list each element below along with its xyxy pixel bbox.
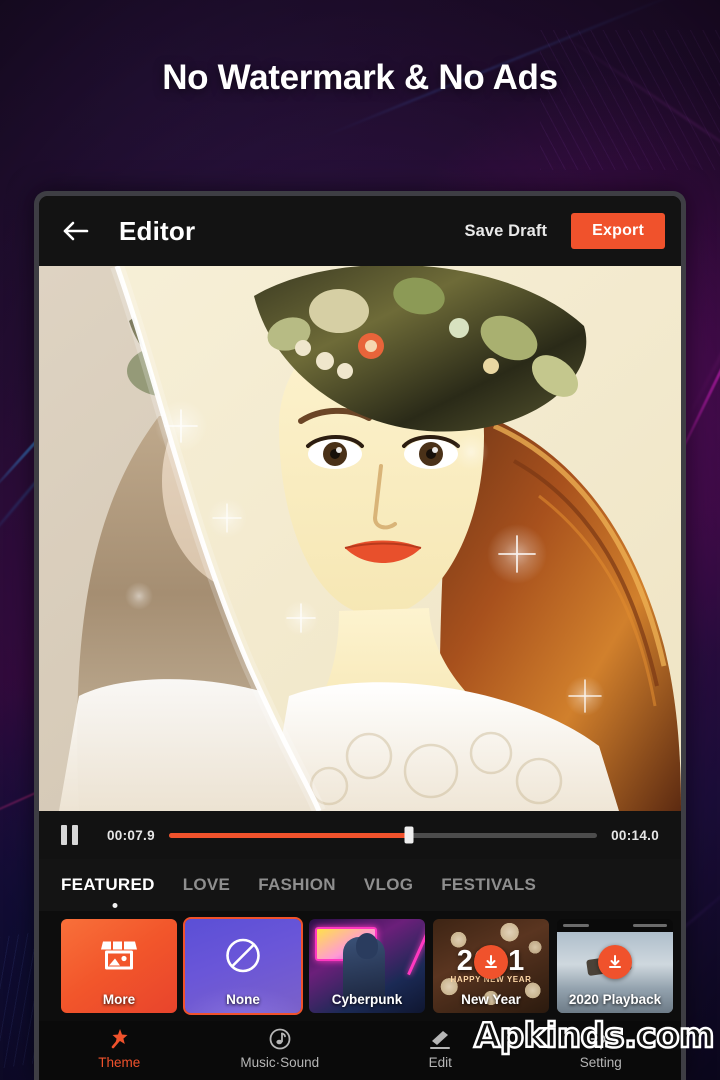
theme-category-tabs: FEATURED LOVE FASHION VLOG FESTIVALS [39,859,681,911]
tab-fashion[interactable]: FASHION [244,875,350,895]
tab-love[interactable]: LOVE [169,875,245,895]
theme-label-more: More [102,992,136,1007]
no-sign-icon [224,937,262,980]
theme-item-cyberpunk[interactable]: Cyberpunk [309,919,425,1013]
theme-label-2020-playback: 2020 Playback [568,992,662,1007]
preview-artwork [39,266,681,811]
playback-timeline: 00:07.9 00:14.0 [39,811,681,859]
magic-wand-icon [107,1028,131,1050]
scissors-icon [428,1028,452,1050]
store-icon [99,938,139,979]
progress-fill [168,832,409,838]
phone-screen: Editor Save Draft Export 00:07.9 00:14.0… [39,196,681,1080]
theme-item-none[interactable]: None [185,919,301,1013]
page-title: Editor [119,215,196,246]
current-time-label: 00:07.9 [107,827,155,843]
nav-item-music-sound[interactable]: Music·Sound [200,1028,361,1070]
total-time-label: 00:14.0 [611,827,659,843]
theme-item-2020-playback[interactable]: 2020 Playback [557,919,673,1013]
music-note-icon [269,1028,291,1050]
progress-handle[interactable] [404,826,414,844]
export-button[interactable]: Export [571,213,665,249]
save-draft-button[interactable]: Save Draft [465,222,548,241]
tab-vlog[interactable]: VLOG [350,875,427,895]
theme-item-more[interactable]: More [61,919,177,1013]
progress-slider[interactable] [168,826,598,844]
phone-mockup-frame: Editor Save Draft Export 00:07.9 00:14.0… [34,191,686,1080]
theme-item-new-year[interactable]: 2021 HAPPY NEW YEAR New Year [433,919,549,1013]
site-watermark: Apkinds.com [473,1015,716,1058]
playback-status-bar [557,919,673,932]
download-icon[interactable] [598,945,632,980]
editor-top-bar: Editor Save Draft Export [39,196,681,266]
back-arrow-icon[interactable] [55,210,97,252]
nav-item-theme[interactable]: Theme [39,1028,200,1070]
video-preview[interactable] [39,266,681,811]
theme-label-cyberpunk: Cyberpunk [331,992,403,1007]
pause-icon[interactable] [61,825,83,845]
theme-label-none: None [226,992,260,1007]
nav-label-edit: Edit [428,1055,452,1070]
tab-festivals[interactable]: FESTIVALS [427,875,550,895]
theme-thumbnail-strip: More None Cyberpunk HAPPY NEW YEAR New Y… [39,911,681,1021]
nav-label-music-sound: Music·Sound [240,1055,320,1070]
theme-label-new-year: New Year [461,992,521,1007]
nav-label-theme: Theme [98,1055,141,1070]
tab-featured[interactable]: FEATURED [61,875,169,895]
promo-headline: No Watermark & No Ads [162,58,558,97]
nav-label-setting: Setting [579,1055,622,1070]
cyberpunk-figure-head [356,933,378,959]
download-icon[interactable] [474,945,508,980]
